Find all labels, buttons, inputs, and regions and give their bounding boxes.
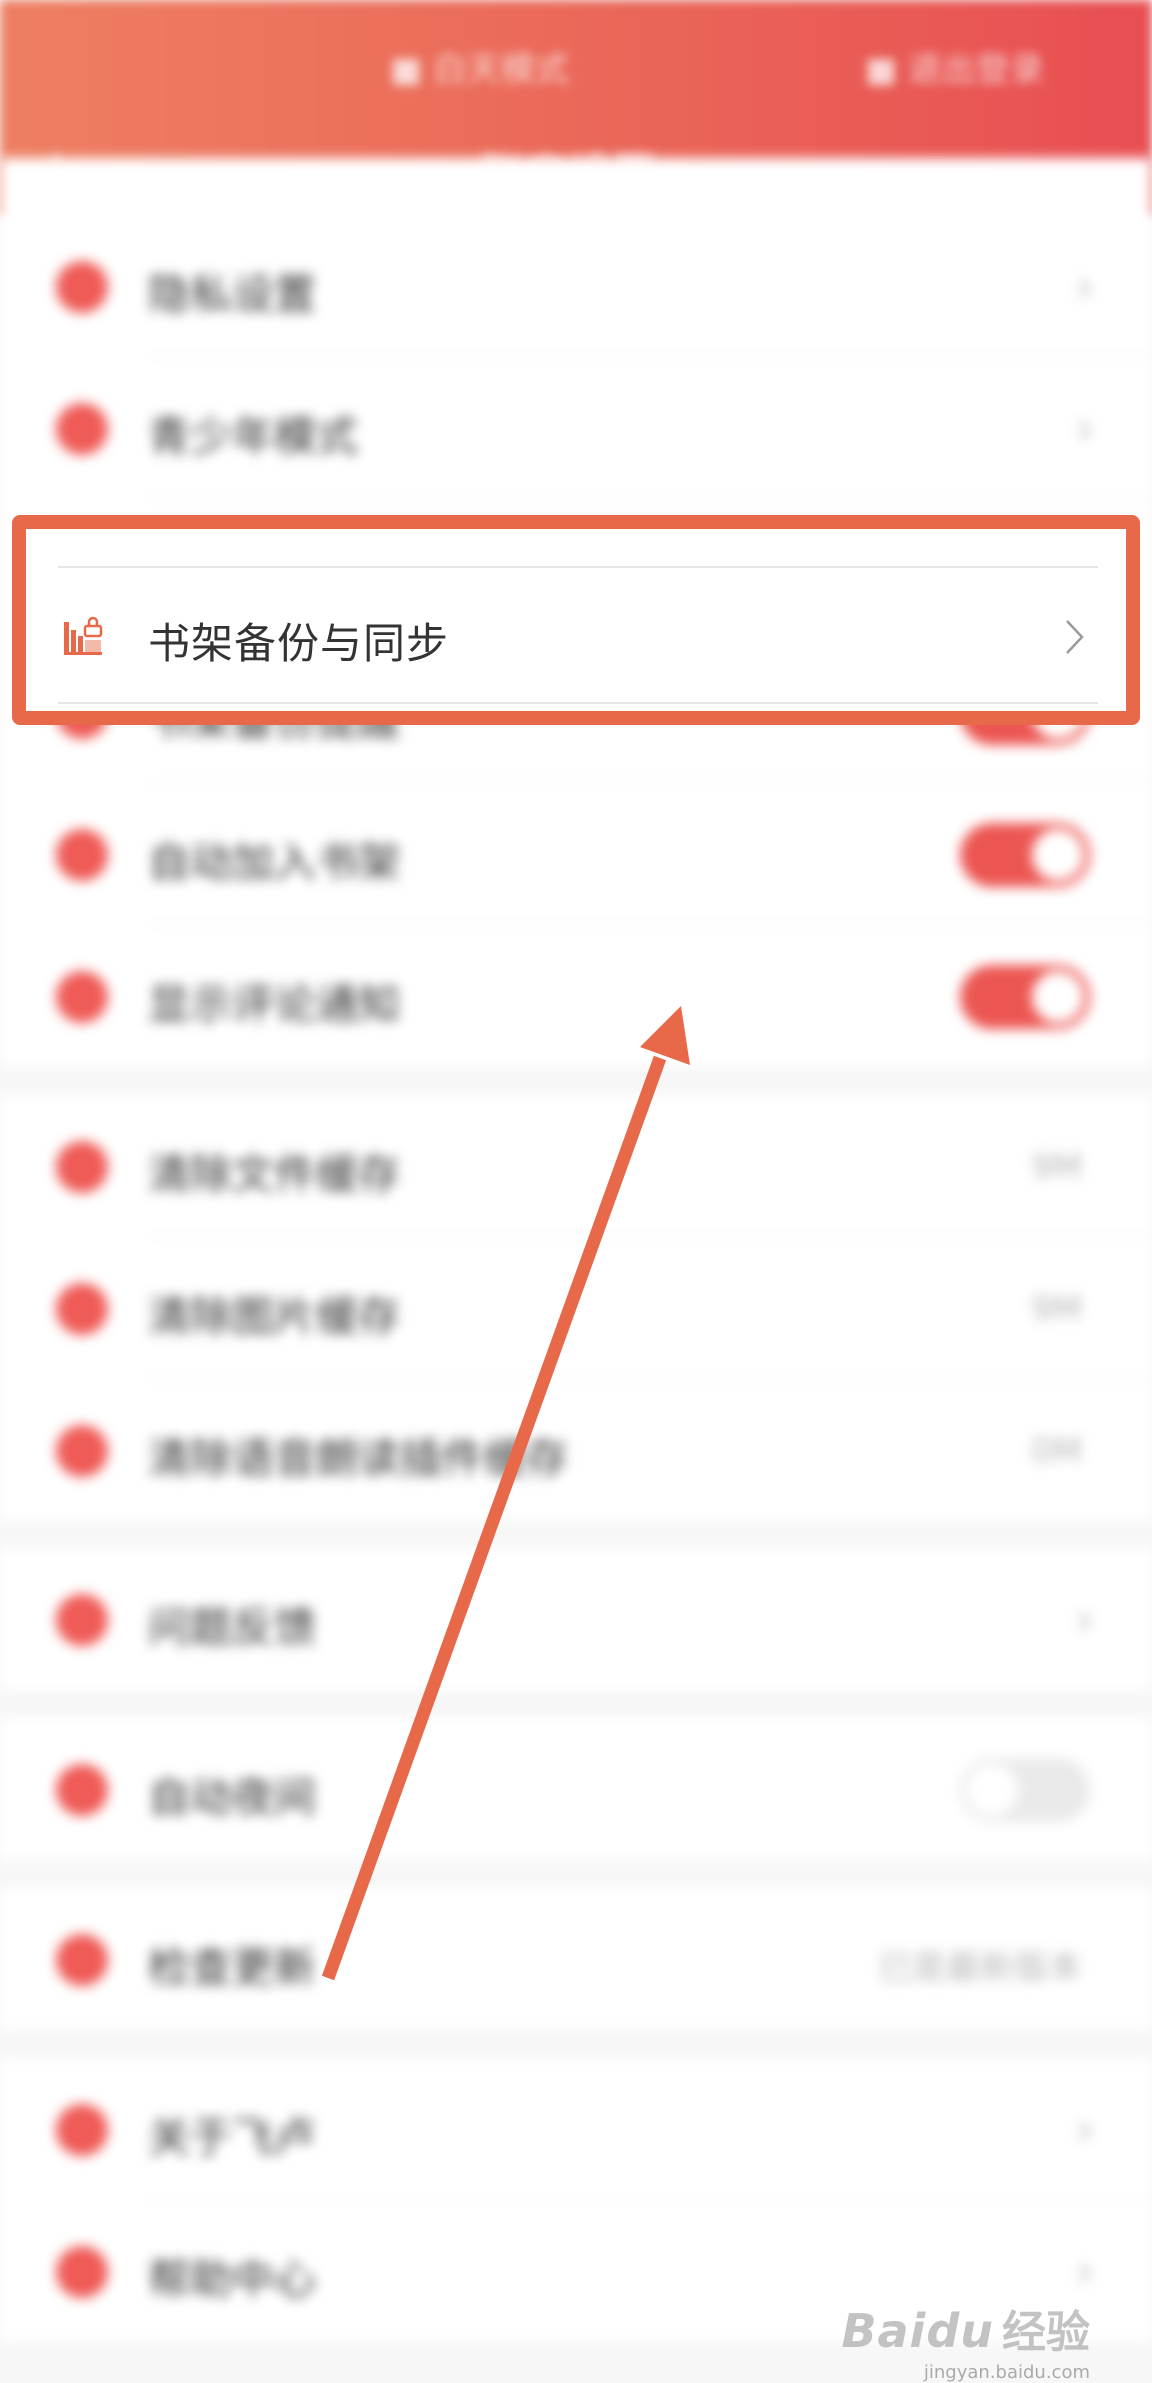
watermark-jingyan: 经验 <box>1002 2307 1090 2358</box>
baidu-jingyan-watermark: Baidu 经验 jingyan.baidu.com <box>841 2296 1090 2383</box>
annotation-arrow <box>321 1006 690 1981</box>
watermark-url: jingyan.baidu.com <box>923 2362 1090 2383</box>
watermark-brand: Baidu <box>841 2304 994 2358</box>
